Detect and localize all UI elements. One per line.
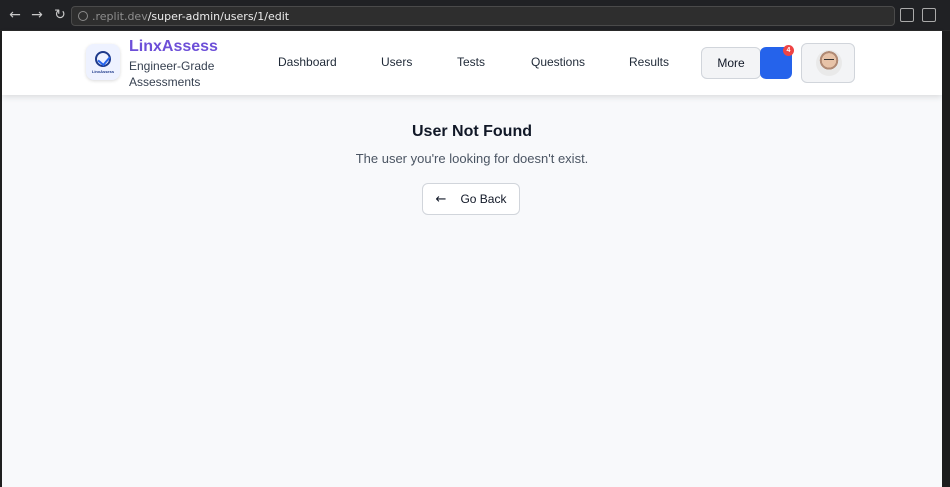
go-back-button[interactable]: ← Go Back bbox=[422, 183, 520, 215]
forward-arrow-icon[interactable]: → bbox=[28, 6, 46, 24]
url-path: /super-admin/users/1/edit bbox=[147, 9, 290, 23]
notification-count-badge: 4 bbox=[783, 45, 794, 56]
open-external-icon[interactable] bbox=[922, 8, 936, 22]
url-host: .replit.dev bbox=[92, 9, 148, 23]
check-circle-icon bbox=[95, 50, 111, 67]
not-found-message: The user you're looking for doesn't exis… bbox=[355, 151, 589, 166]
app-header: LinxAssess LinxAssess Engineer-Grade Ass… bbox=[2, 31, 942, 95]
profile-button[interactable] bbox=[801, 43, 855, 83]
nav-tests[interactable]: Tests bbox=[457, 55, 485, 69]
logo-text: LinxAssess bbox=[91, 68, 115, 74]
address-bar[interactable]: .replit.dev/super-admin/users/1/edit bbox=[71, 6, 895, 26]
browser-toolbar: ← → ↻ .replit.dev/super-admin/users/1/ed… bbox=[0, 0, 950, 31]
arrow-left-icon: ← bbox=[435, 191, 447, 207]
avatar bbox=[816, 50, 842, 76]
back-arrow-icon[interactable]: ← bbox=[6, 6, 24, 24]
nav-users[interactable]: Users bbox=[381, 55, 412, 69]
nav-dashboard[interactable]: Dashboard bbox=[278, 55, 337, 69]
reload-icon[interactable]: ↻ bbox=[51, 6, 69, 24]
site-info-icon[interactable] bbox=[78, 11, 88, 21]
nav-results[interactable]: Results bbox=[629, 55, 669, 69]
app-page: LinxAssess LinxAssess Engineer-Grade Ass… bbox=[2, 31, 942, 487]
window-edge bbox=[942, 31, 950, 487]
brand-name[interactable]: LinxAssess bbox=[129, 38, 218, 56]
app-logo[interactable]: LinxAssess bbox=[86, 44, 120, 80]
brand-tagline: Engineer-Grade Assessments bbox=[129, 59, 215, 89]
cast-icon[interactable] bbox=[900, 8, 914, 22]
page-title: User Not Found bbox=[412, 123, 532, 140]
more-button[interactable]: More bbox=[701, 47, 761, 79]
nav-questions[interactable]: Questions bbox=[531, 55, 585, 69]
go-back-label: Go Back bbox=[460, 192, 507, 206]
